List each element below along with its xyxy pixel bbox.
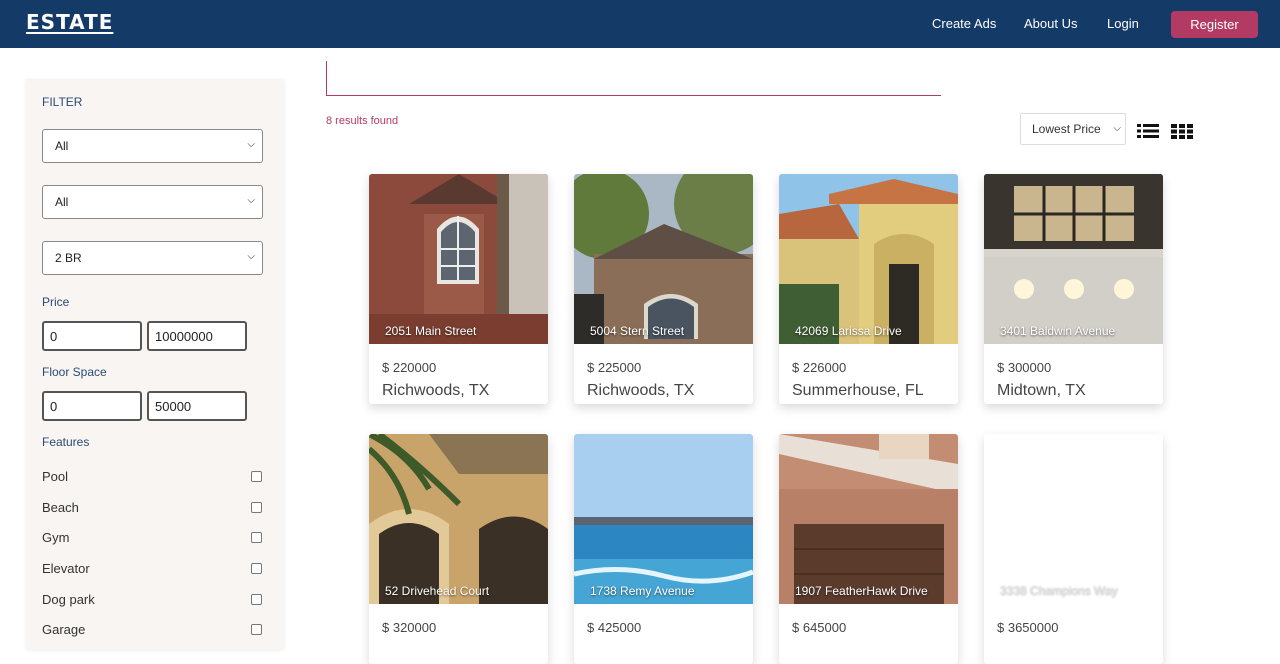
listing-city: Summerhouse, FL bbox=[792, 382, 924, 399]
price-label: Price bbox=[42, 295, 70, 309]
feature-garage: Garage bbox=[42, 622, 262, 637]
listing-city: Midtown, TX bbox=[997, 382, 1086, 399]
price-max-input[interactable]: 10000000 bbox=[147, 321, 247, 351]
listing-card[interactable]: 52 Drivehead Court $ 320000 bbox=[369, 434, 548, 664]
chevron-down-icon: ⌵ bbox=[247, 251, 255, 262]
property-type-select[interactable]: All ⌵ bbox=[42, 129, 263, 163]
feature-pool: Pool bbox=[42, 469, 262, 484]
price-min-input[interactable]: 0 bbox=[42, 321, 142, 351]
features-label: Features bbox=[42, 435, 90, 449]
sort-value: Lowest Price bbox=[1032, 122, 1101, 136]
search-area-divider bbox=[326, 61, 941, 96]
listing-price: $ 3650000 bbox=[997, 620, 1059, 635]
feature-label: Garage bbox=[42, 622, 86, 637]
feature-label: Elevator bbox=[42, 561, 90, 576]
listing-address: 1907 FeatherHawk Drive bbox=[795, 584, 928, 598]
bedrooms-value: 2 BR bbox=[55, 251, 82, 265]
listing-price: $ 300000 bbox=[997, 360, 1052, 375]
listing-city: Richwoods, TX bbox=[382, 382, 490, 399]
location-select[interactable]: All ⌵ bbox=[42, 185, 263, 219]
listing-card[interactable]: 1738 Remy Avenue $ 425000 bbox=[574, 434, 753, 664]
listing-price: $ 320000 bbox=[382, 620, 437, 635]
feature-elevator-checkbox[interactable] bbox=[251, 563, 262, 574]
listing-photo[interactable] bbox=[779, 434, 958, 604]
chevron-down-icon: ⌵ bbox=[247, 139, 255, 150]
listing-price: $ 425000 bbox=[587, 620, 642, 635]
listing-photo[interactable] bbox=[984, 434, 1163, 604]
feature-gym: Gym bbox=[42, 530, 262, 545]
feature-beach: Beach bbox=[42, 500, 262, 515]
listing-photo[interactable] bbox=[984, 174, 1163, 344]
listing-photo[interactable] bbox=[574, 174, 753, 344]
listing-address: 42069 Larissa Drive bbox=[795, 324, 902, 338]
listing-photo[interactable] bbox=[369, 174, 548, 344]
listing-address: 1738 Remy Avenue bbox=[590, 584, 695, 598]
bedrooms-select[interactable]: 2 BR ⌵ bbox=[42, 241, 263, 275]
listing-card[interactable]: 42069 Larissa Drive $ 226000 Summerhouse… bbox=[779, 174, 958, 404]
listing-card[interactable]: 3401 Baldwin Avenue $ 300000 Midtown, TX bbox=[984, 174, 1163, 404]
listing-price: $ 220000 bbox=[382, 360, 437, 375]
chevron-down-icon: ⌵ bbox=[1113, 123, 1121, 134]
nav-about-us-link[interactable]: About Us bbox=[1024, 16, 1077, 31]
feature-beach-checkbox[interactable] bbox=[251, 502, 262, 513]
feature-label: Gym bbox=[42, 530, 70, 545]
filter-sidebar: FILTER All ⌵ All ⌵ 2 BR ⌵ Price 0 100000… bbox=[26, 79, 284, 649]
results-count: 8 results found bbox=[326, 115, 399, 127]
register-button[interactable]: Register bbox=[1171, 11, 1258, 38]
feature-pool-checkbox[interactable] bbox=[251, 471, 262, 482]
top-navbar: ESTATE Create Ads About Us Login Registe… bbox=[0, 0, 1280, 48]
floor-space-label: Floor Space bbox=[42, 365, 107, 379]
listing-city: Richwoods, TX bbox=[587, 382, 695, 399]
feature-elevator: Elevator bbox=[42, 561, 262, 576]
listing-card[interactable]: 5004 Stern Street $ 225000 Richwoods, TX bbox=[574, 174, 753, 404]
nav-create-ads-link[interactable]: Create Ads bbox=[932, 16, 996, 31]
feature-dog-park: Dog park bbox=[42, 592, 262, 607]
listing-address: 5004 Stern Street bbox=[590, 324, 685, 338]
chevron-down-icon: ⌵ bbox=[247, 195, 255, 206]
listing-price: $ 225000 bbox=[587, 360, 642, 375]
listing-address: 3338 Champions Way bbox=[1000, 584, 1118, 598]
listing-photo[interactable] bbox=[369, 434, 548, 604]
sort-select[interactable]: Lowest Price ⌵ bbox=[1020, 113, 1126, 145]
list-view-icon[interactable] bbox=[1137, 122, 1159, 140]
listing-card[interactable]: 3338 Champions Way $ 3650000 bbox=[984, 434, 1163, 664]
listing-address: 3401 Baldwin Avenue bbox=[1000, 324, 1116, 338]
location-value: All bbox=[55, 195, 69, 209]
site-logo[interactable]: ESTATE bbox=[26, 10, 113, 34]
floor-min-input[interactable]: 0 bbox=[42, 391, 142, 421]
listing-address: 2051 Main Street bbox=[385, 324, 477, 338]
listing-address: 52 Drivehead Court bbox=[385, 584, 490, 598]
feature-label: Pool bbox=[42, 469, 69, 484]
feature-label: Dog park bbox=[42, 592, 95, 607]
feature-label: Beach bbox=[42, 500, 79, 515]
listing-price: $ 645000 bbox=[792, 620, 847, 635]
feature-gym-checkbox[interactable] bbox=[251, 532, 262, 543]
feature-dog-park-checkbox[interactable] bbox=[251, 594, 262, 605]
listing-card[interactable]: 2051 Main Street $ 220000 Richwoods, TX bbox=[369, 174, 548, 404]
listing-price: $ 226000 bbox=[792, 360, 847, 375]
filter-title: FILTER bbox=[42, 95, 83, 109]
grid-view-icon[interactable] bbox=[1171, 122, 1193, 140]
listing-photo[interactable] bbox=[574, 434, 753, 604]
floor-max-input[interactable]: 50000 bbox=[147, 391, 247, 421]
property-type-value: All bbox=[55, 139, 69, 153]
listing-photo[interactable] bbox=[779, 174, 958, 344]
nav-login-link[interactable]: Login bbox=[1107, 16, 1139, 31]
listing-card[interactable]: 1907 FeatherHawk Drive $ 645000 bbox=[779, 434, 958, 664]
feature-garage-checkbox[interactable] bbox=[251, 624, 262, 635]
